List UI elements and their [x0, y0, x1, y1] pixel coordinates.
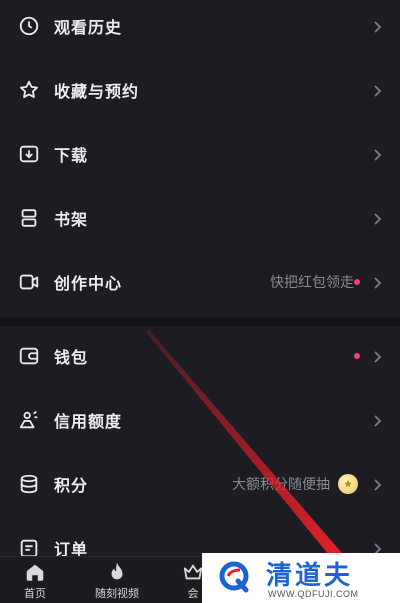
- menu-item-label: 创作中心: [54, 274, 123, 293]
- notification-dot: [354, 279, 360, 285]
- home-icon: [24, 561, 46, 583]
- menu-item-favorites[interactable]: 收藏与预约: [0, 65, 400, 115]
- promo-hint: 快把红包领走: [270, 275, 354, 291]
- menu-item-watch-history[interactable]: 观看历史: [0, 1, 400, 51]
- flame-icon: [106, 561, 128, 583]
- chevron-right-icon: [372, 413, 382, 427]
- chevron-right-icon: [372, 147, 382, 161]
- menu-item-label: 下载: [54, 146, 89, 165]
- menu-item-download[interactable]: 下载: [0, 129, 400, 179]
- menu-item-wallet[interactable]: 钱包: [0, 331, 400, 381]
- section-divider: [0, 318, 400, 326]
- watermark-title: 清道夫: [266, 561, 354, 591]
- bookshelf-icon: [18, 207, 40, 229]
- tab-label: 首页: [24, 586, 46, 600]
- notification-dot: [354, 353, 360, 359]
- menu-item-points[interactable]: 积分 大额积分随便抽: [0, 459, 400, 509]
- menu-item-label: 观看历史: [54, 18, 123, 37]
- menu-item-label: 信用额度: [54, 412, 123, 431]
- download-icon: [18, 143, 40, 165]
- chevron-right-icon: [372, 19, 382, 33]
- menu-item-label: 积分: [54, 476, 89, 495]
- chevron-right-icon: [372, 477, 382, 491]
- menu-item-label: 书架: [54, 210, 89, 229]
- crown-icon: [182, 561, 204, 583]
- wallet-icon: [18, 345, 40, 367]
- menu-item-creator-center[interactable]: 创作中心 快把红包领走: [0, 257, 400, 307]
- watermark-url: WWW.QDFUJI.COM: [268, 589, 359, 599]
- menu-item-label: 钱包: [54, 348, 89, 367]
- coin-icon: [338, 474, 358, 494]
- menu-item-bookshelf[interactable]: 书架: [0, 193, 400, 243]
- brand-logo-icon: [216, 559, 252, 595]
- menu-item-credit-limit[interactable]: 信用额度: [0, 395, 400, 445]
- tab-suike-video[interactable]: 随刻视频: [82, 557, 152, 603]
- chevron-right-icon: [372, 275, 382, 289]
- watermark-banner: 清道夫 WWW.QDFUJI.COM: [202, 553, 400, 603]
- chevron-right-icon: [372, 211, 382, 225]
- chevron-right-icon: [372, 349, 382, 363]
- video-camera-icon: [18, 271, 40, 293]
- tab-home[interactable]: 首页: [0, 557, 70, 603]
- tab-label: 会: [187, 586, 199, 600]
- credit-icon: [18, 409, 40, 431]
- coins-stack-icon: [18, 473, 40, 495]
- star-icon: [18, 79, 40, 101]
- chevron-right-icon: [372, 83, 382, 97]
- clock-icon: [18, 15, 40, 37]
- menu-item-label: 收藏与预约: [54, 82, 140, 101]
- promo-hint: 大额积分随便抽: [232, 477, 330, 493]
- tab-label: 随刻视频: [95, 586, 139, 600]
